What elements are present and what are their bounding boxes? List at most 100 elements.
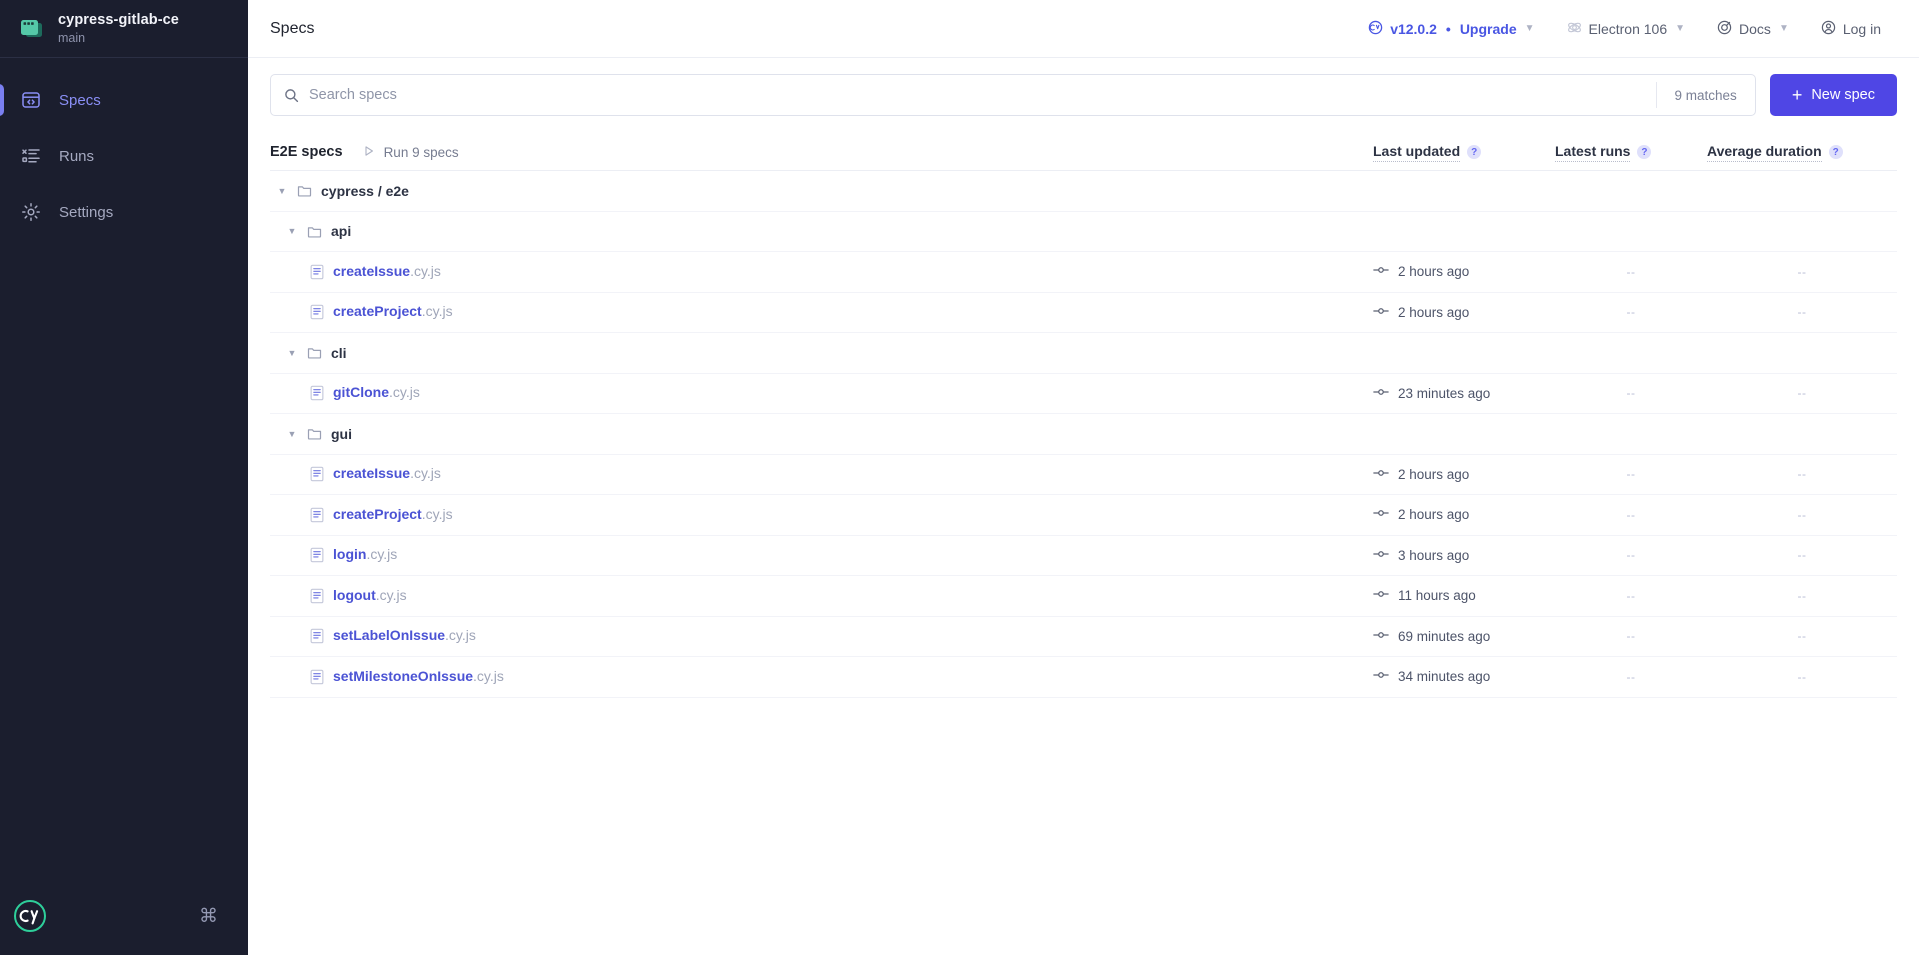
play-icon [363,145,375,160]
row-average-duration: -- [1707,629,1897,643]
chevron-down-icon: ▼ [1675,23,1686,34]
row-name-cell: gitClone.cy.js [270,384,1373,402]
row-name-cell: createIssue.cy.js [270,263,1373,281]
specs-group-header: E2E specs Run 9 specs [270,144,459,160]
chevron-down-icon[interactable]: ▼ [276,186,288,196]
browser-selector[interactable]: Electron 106 ▼ [1551,14,1702,44]
spec-row[interactable]: createIssue.cy.js 2 hours ago -- -- [270,252,1897,293]
run-all-specs-button[interactable]: Run 9 specs [363,145,459,160]
sidebar-nav: Specs Runs Settings [0,58,248,240]
search-field[interactable]: 9 matches [270,74,1756,116]
keyboard-shortcut-icon[interactable]: ⌘ [199,907,218,926]
spec-name: login [333,546,367,563]
help-icon[interactable]: ? [1828,145,1843,159]
cypress-badge-icon [1368,20,1383,38]
spec-link[interactable]: logout.cy.js [333,587,407,605]
specs-table-columns: Last updated ? Latest runs ? Average dur… [1373,143,1897,162]
spec-extension: .cy.js [421,505,453,522]
login-button[interactable]: Log in [1805,14,1897,44]
cypress-logo[interactable] [13,899,47,933]
docs-menu[interactable]: Docs ▼ [1701,14,1805,44]
spec-link[interactable]: setMilestoneOnIssue.cy.js [333,668,504,686]
help-icon[interactable]: ? [1637,145,1652,159]
spec-row[interactable]: createProject.cy.js 2 hours ago -- -- [270,293,1897,333]
column-average-duration[interactable]: Average duration ? [1707,143,1897,162]
spec-row[interactable]: createIssue.cy.js 2 hours ago -- -- [270,455,1897,495]
row-average-duration: -- [1707,305,1897,319]
folder-row[interactable]: ▼ api [270,212,1897,252]
chevron-down-icon[interactable]: ▼ [286,348,298,358]
search-input[interactable] [309,87,1656,103]
project-header[interactable]: cypress-gitlab-ce main [0,0,248,58]
spec-link[interactable]: createProject.cy.js [333,506,453,524]
new-spec-label: New spec [1811,87,1875,103]
folder-row[interactable]: ▼ cli [270,333,1897,374]
spec-link[interactable]: gitClone.cy.js [333,384,420,402]
row-latest-runs: -- [1555,305,1707,319]
spec-link[interactable]: createIssue.cy.js [333,263,441,281]
gear-icon [21,202,41,222]
main-content: Specs v12.0.2 • Upgrade ▼ Electron 106 ▼… [248,0,1919,955]
row-last-updated: 2 hours ago [1373,467,1555,482]
row-latest-runs: -- [1555,265,1707,279]
average-duration-value: -- [1797,629,1807,644]
folder-icon [307,224,322,239]
specs-table-body: ▼ cypress / e2e ▼ api createIssue.cy.js … [270,171,1897,698]
average-duration-value: -- [1797,588,1807,603]
docs-icon [1717,20,1732,38]
spec-link[interactable]: login.cy.js [333,546,397,564]
top-bar: Specs v12.0.2 • Upgrade ▼ Electron 106 ▼… [248,0,1919,58]
chevron-down-icon[interactable]: ▼ [286,226,298,236]
row-last-updated: 34 minutes ago [1373,669,1555,684]
spec-file-icon [310,628,324,644]
spec-link[interactable]: createIssue.cy.js [333,465,441,483]
sidebar-item-runs[interactable]: Runs [0,128,248,184]
row-name-cell: logout.cy.js [270,587,1373,605]
column-latest-runs[interactable]: Latest runs ? [1555,143,1707,162]
help-icon[interactable]: ? [1467,145,1482,159]
spec-row[interactable]: setLabelOnIssue.cy.js 69 minutes ago -- … [270,617,1897,657]
latest-runs-value: -- [1626,305,1636,320]
folder-icon [297,183,312,198]
column-last-updated[interactable]: Last updated ? [1373,143,1555,162]
latest-runs-value: -- [1626,588,1636,603]
row-last-updated: 2 hours ago [1373,264,1555,279]
spec-name: createProject [333,505,422,522]
sidebar-item-label: Runs [59,147,95,165]
spec-row[interactable]: login.cy.js 3 hours ago -- -- [270,536,1897,576]
search-toolbar: 9 matches + New spec [248,58,1919,126]
last-updated-value: 2 hours ago [1398,264,1470,280]
spec-row[interactable]: setMilestoneOnIssue.cy.js 34 minutes ago… [270,657,1897,698]
new-spec-button[interactable]: + New spec [1769,74,1897,116]
folder-name: api [331,223,352,240]
column-label: Latest runs [1555,143,1631,162]
spec-name: logout [333,586,376,603]
sidebar-item-settings[interactable]: Settings [0,184,248,240]
folder-icon [307,345,322,360]
spec-name: createIssue [333,262,411,279]
chevron-down-icon[interactable]: ▼ [286,429,298,439]
e2e-specs-label: E2E specs [270,144,343,160]
latest-runs-value: -- [1626,507,1636,522]
last-updated-value: 69 minutes ago [1398,628,1491,644]
specs-icon [21,90,41,110]
folder-row[interactable]: ▼ gui [270,414,1897,455]
spec-file-icon [310,385,324,401]
row-average-duration: -- [1707,508,1897,522]
row-name-cell: ▼ cli [270,345,1373,361]
spec-link[interactable]: createProject.cy.js [333,303,453,321]
spec-extension: .cy.js [473,667,504,684]
search-matches-count: 9 matches [1655,82,1755,108]
plus-icon: + [1791,85,1803,105]
spec-row[interactable]: gitClone.cy.js 23 minutes ago -- -- [270,374,1897,414]
version-upgrade-menu[interactable]: v12.0.2 • Upgrade ▼ [1352,14,1550,44]
latest-runs-value: -- [1626,669,1636,684]
sidebar-item-specs[interactable]: Specs [0,72,248,128]
last-updated-value: 2 hours ago [1398,507,1470,523]
spec-row[interactable]: logout.cy.js 11 hours ago -- -- [270,576,1897,617]
row-average-duration: -- [1707,548,1897,562]
folder-row[interactable]: ▼ cypress / e2e [270,171,1897,212]
spec-row[interactable]: createProject.cy.js 2 hours ago -- -- [270,495,1897,536]
spec-link[interactable]: setLabelOnIssue.cy.js [333,627,476,645]
row-last-updated: 23 minutes ago [1373,386,1555,401]
